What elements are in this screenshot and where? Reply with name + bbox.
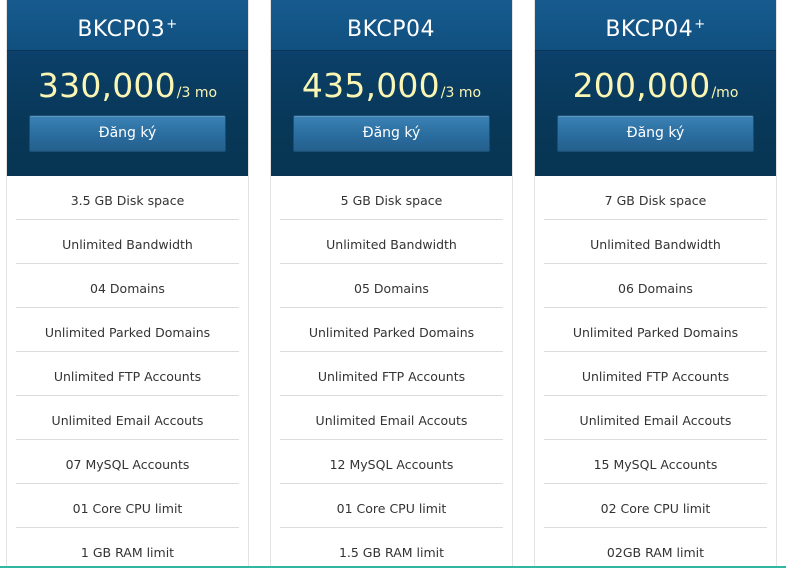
feature-disk-space: 7 GB Disk space <box>544 176 767 220</box>
plan-name: BKCP04+ <box>535 0 776 51</box>
feature-mysql-accounts: 12 MySQL Accounts <box>280 440 503 484</box>
signup-button[interactable]: Đăng ký <box>293 115 490 152</box>
plan-name: BKCP03+ <box>7 0 248 51</box>
feature-ram-limit: 02GB RAM limit <box>606 545 705 560</box>
feature-email-accounts: Unlimited Email Accouts <box>544 396 767 440</box>
feature-parked-domains: Unlimited Parked Domains <box>16 308 239 352</box>
price-amount: 435,000 <box>301 66 440 105</box>
feature-list: 3.5 GB Disk space Unlimited Bandwidth 04… <box>7 176 248 571</box>
feature-mysql-accounts: 15 MySQL Accounts <box>544 440 767 484</box>
plan-name: BKCP04 <box>271 0 512 51</box>
plan-name-text: BKCP04 <box>605 17 694 42</box>
feature-domains: 05 Domains <box>280 264 503 308</box>
feature-bandwidth: Unlimited Bandwidth <box>544 220 767 264</box>
feature-domains: 06 Domains <box>544 264 767 308</box>
price-period: /mo <box>711 85 739 101</box>
feature-bandwidth: Unlimited Bandwidth <box>280 220 503 264</box>
plan-name-suffix: + <box>694 17 706 32</box>
feature-email-accounts: Unlimited Email Accouts <box>16 396 239 440</box>
feature-bandwidth: Unlimited Bandwidth <box>16 220 239 264</box>
plan-name-text: BKCP04 <box>347 17 435 42</box>
feature-mysql-accounts: 07 MySQL Accounts <box>16 440 239 484</box>
pricing-card-header: BKCP04+ 200,000/mo Đăng ký <box>535 0 776 176</box>
feature-list: 5 GB Disk space Unlimited Bandwidth 05 D… <box>271 176 512 571</box>
feature-disk-space: 5 GB Disk space <box>280 176 503 220</box>
feature-list: 7 GB Disk space Unlimited Bandwidth 06 D… <box>535 176 776 571</box>
pricing-card-bkcp04-plus: BKCP04+ 200,000/mo Đăng ký 7 GB Disk spa… <box>534 0 777 568</box>
feature-ram-limit: 1 GB RAM limit <box>80 545 175 560</box>
price-period: /3 mo <box>440 85 482 101</box>
feature-parked-domains: Unlimited Parked Domains <box>544 308 767 352</box>
feature-email-accounts: Unlimited Email Accouts <box>280 396 503 440</box>
pricing-card-header: BKCP04 435,000/3 mo Đăng ký <box>271 0 512 176</box>
feature-cpu-limit: 01 Core CPU limit <box>16 484 239 528</box>
feature-disk-space: 3.5 GB Disk space <box>16 176 239 220</box>
feature-parked-domains: Unlimited Parked Domains <box>280 308 503 352</box>
price-amount: 200,000 <box>572 66 711 105</box>
plan-price: 330,000/3 mo <box>7 64 248 108</box>
feature-domains: 04 Domains <box>16 264 239 308</box>
price-amount: 330,000 <box>37 66 176 105</box>
feature-cpu-limit: 01 Core CPU limit <box>280 484 503 528</box>
feature-ram-limit: 1.5 GB RAM limit <box>338 545 445 560</box>
plan-price: 200,000/mo <box>535 64 776 108</box>
feature-cpu-limit: 02 Core CPU limit <box>544 484 767 528</box>
feature-ftp-accounts: Unlimited FTP Accounts <box>16 352 239 396</box>
plan-name-suffix: + <box>166 17 178 32</box>
price-period: /3 mo <box>176 85 218 101</box>
pricing-card-bkcp04: BKCP04 435,000/3 mo Đăng ký 5 GB Disk sp… <box>270 0 513 568</box>
feature-ftp-accounts: Unlimited FTP Accounts <box>544 352 767 396</box>
signup-button[interactable]: Đăng ký <box>29 115 226 152</box>
plan-name-text: BKCP03 <box>77 17 166 42</box>
plan-price: 435,000/3 mo <box>271 64 512 108</box>
signup-button[interactable]: Đăng ký <box>557 115 754 152</box>
pricing-card-bkcp03-plus: BKCP03+ 330,000/3 mo Đăng ký 3.5 GB Disk… <box>6 0 249 568</box>
feature-ftp-accounts: Unlimited FTP Accounts <box>280 352 503 396</box>
pricing-card-header: BKCP03+ 330,000/3 mo Đăng ký <box>7 0 248 176</box>
